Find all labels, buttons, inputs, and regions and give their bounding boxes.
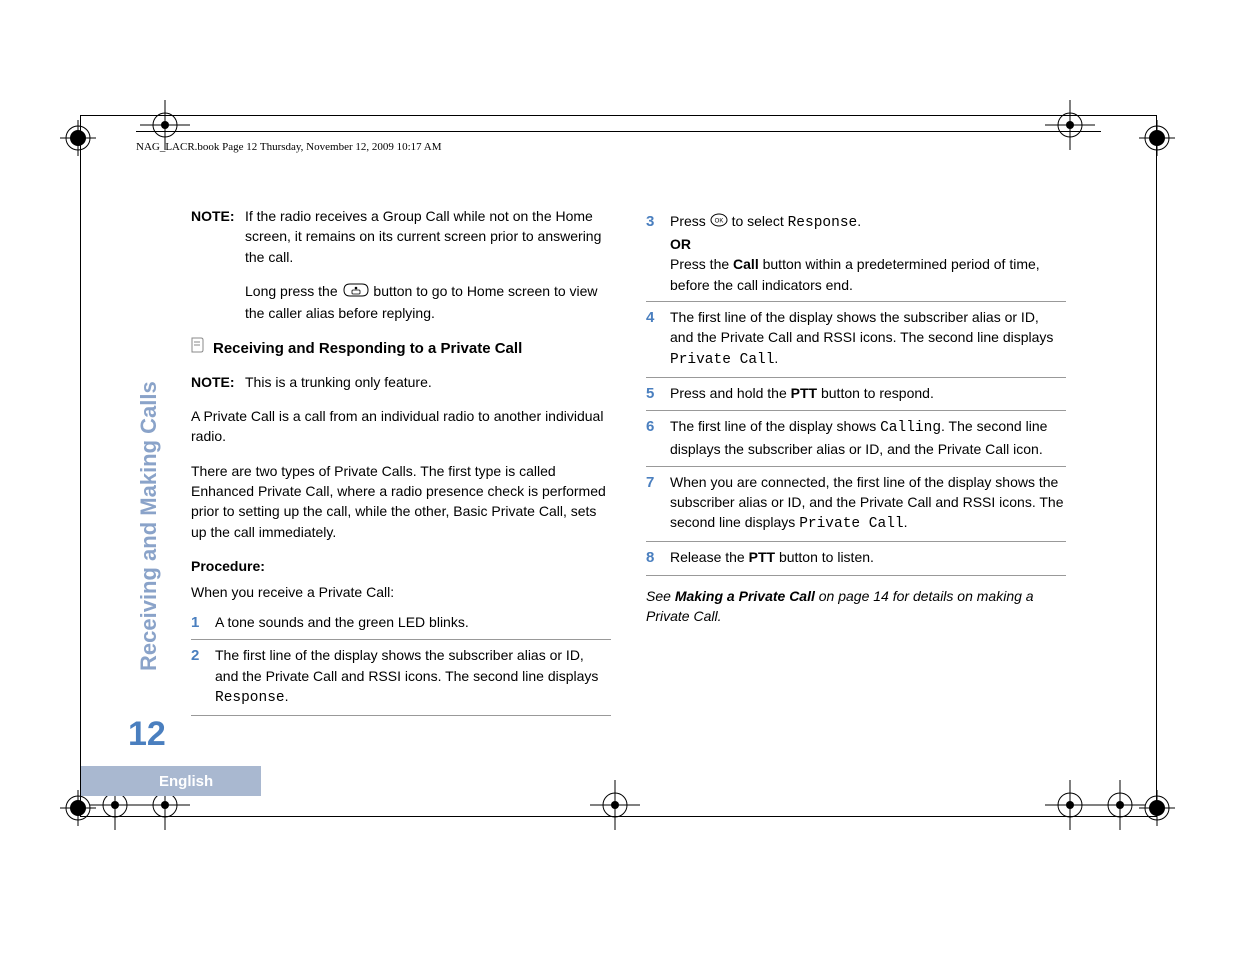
text: The first line of the display shows the … (215, 647, 598, 683)
text: Press and hold the (670, 385, 791, 401)
procedure-heading: Procedure: (191, 556, 611, 576)
book-icon (191, 337, 205, 360)
note-block: NOTE: If the radio receives a Group Call… (191, 206, 611, 267)
mono-text: Response (215, 690, 285, 706)
step-number: 7 (646, 472, 670, 536)
step-row: 3 Press OK to select Response. OR Press … (646, 206, 1066, 302)
note-label: NOTE: (191, 206, 245, 267)
text: Long press the (245, 283, 342, 299)
paragraph: A Private Call is a call from an individ… (191, 406, 611, 447)
step-row: 6 The first line of the display shows Ca… (646, 411, 1066, 466)
note-label: NOTE: (191, 372, 245, 392)
text: button to listen. (775, 549, 874, 565)
step-row: 2 The first line of the display shows th… (191, 640, 611, 716)
page-frame: NAG_LACR.book Page 12 Thursday, November… (80, 115, 1157, 817)
heading-text: Receiving and Responding to a Private Ca… (213, 338, 522, 360)
text: See (646, 588, 675, 604)
bold-italic-text: Making a Private Call (675, 588, 815, 604)
step-number: 4 (646, 307, 670, 371)
header-rule (136, 131, 1101, 132)
or-label: OR (670, 234, 1066, 254)
side-chapter-title: Receiving and Making Calls (136, 381, 162, 671)
footer-note: See Making a Private Call on page 14 for… (646, 586, 1066, 627)
step-body: The first line of the display shows the … (670, 307, 1066, 371)
text: The first line of the display shows the … (670, 309, 1053, 345)
step-number: 5 (646, 383, 670, 405)
left-column: NOTE: If the radio receives a Group Call… (191, 206, 611, 716)
text: Press the (670, 256, 733, 272)
ok-button-icon: OK (710, 212, 728, 232)
bold-text: PTT (749, 549, 775, 565)
note-text: This is a trunking only feature. (245, 372, 611, 392)
step-body: The first line of the display shows the … (215, 645, 611, 709)
text: button to respond. (817, 385, 934, 401)
bold-text: PTT (791, 385, 817, 401)
paragraph: Long press the button to go to Home scre… (245, 281, 611, 323)
bold-text: Call (733, 256, 759, 272)
step-number: 2 (191, 645, 215, 709)
svg-text:OK: OK (714, 219, 723, 225)
step-body: Press OK to select Response. OR Press th… (670, 211, 1066, 295)
step-row: 4 The first line of the display shows th… (646, 302, 1066, 378)
step-number: 6 (646, 416, 670, 459)
text: . (285, 688, 289, 704)
mono-text: Private Call (670, 352, 774, 368)
text: Press (670, 213, 710, 229)
text: . (904, 514, 908, 530)
step-number: 1 (191, 612, 215, 634)
note-text: If the radio receives a Group Call while… (245, 206, 611, 267)
header-text: NAG_LACR.book Page 12 Thursday, November… (136, 141, 442, 153)
text: . (857, 213, 861, 229)
text: . (774, 350, 778, 366)
step-row: 5 Press and hold the PTT button to respo… (646, 378, 1066, 412)
mono-text: Response (788, 215, 858, 231)
step-body: When you are connected, the first line o… (670, 472, 1066, 536)
mono-text: Calling (880, 420, 941, 436)
step-row: 1 A tone sounds and the green LED blinks… (191, 607, 611, 641)
step-body: Press and hold the PTT button to respond… (670, 383, 1066, 405)
content-area: NOTE: If the radio receives a Group Call… (191, 206, 1116, 776)
home-button-icon (342, 282, 370, 303)
step-row: 7 When you are connected, the first line… (646, 467, 1066, 543)
text: Release the (670, 549, 749, 565)
step-number: 8 (646, 547, 670, 569)
page-number: 12 (128, 715, 166, 754)
right-column: 3 Press OK to select Response. OR Press … (646, 206, 1066, 716)
paragraph: There are two types of Private Calls. Th… (191, 461, 611, 542)
mono-text: Private Call (799, 516, 903, 532)
section-heading: Receiving and Responding to a Private Ca… (191, 337, 611, 360)
step-number: 3 (646, 211, 670, 295)
text: The first line of the display shows (670, 418, 880, 434)
step-body: Release the PTT button to listen. (670, 547, 1066, 569)
step-body: A tone sounds and the green LED blinks. (215, 612, 611, 634)
paragraph: When you receive a Private Call: (191, 582, 611, 602)
step-row: 8 Release the PTT button to listen. (646, 542, 1066, 576)
note-block: NOTE: This is a trunking only feature. (191, 372, 611, 392)
text: to select (732, 213, 788, 229)
step-body: The first line of the display shows Call… (670, 416, 1066, 459)
